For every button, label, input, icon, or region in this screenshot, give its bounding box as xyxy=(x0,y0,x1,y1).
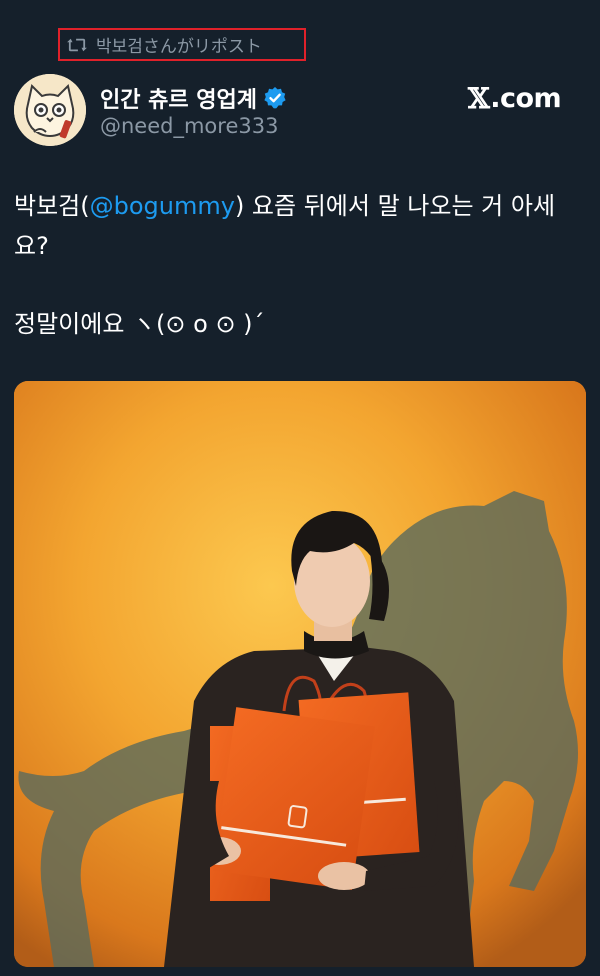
x-com-label: .com xyxy=(490,83,562,114)
verified-badge-icon xyxy=(264,87,286,109)
tweet-line-1-prefix: 박보검( xyxy=(14,192,90,220)
repost-indicator[interactable]: 박보검さんがリポスト xyxy=(58,28,306,61)
author-display-name[interactable]: 인간 츄르 영업계 xyxy=(100,82,287,114)
photo-man-with-orange-bags-icon xyxy=(14,381,586,967)
x-com-watermark: 𝕏 .com xyxy=(468,82,562,115)
repost-icon xyxy=(67,38,87,51)
cat-avatar[interactable] xyxy=(14,74,86,146)
tweet-body: 박보검(@bogummy) 요즘 뒤에서 말 나오는 거 아세요? 정말이에요 … xyxy=(14,186,586,344)
mention-link[interactable]: @bogummy xyxy=(90,192,235,220)
author-handle[interactable]: @need_more333 xyxy=(100,114,278,138)
repost-text: 박보검さんがリポスト xyxy=(96,37,262,57)
cat-avatar-icon xyxy=(14,74,86,146)
tweet-media-photo[interactable] xyxy=(14,381,586,967)
tweet-screen: 박보검さんがリポスト 인간 츄르 영업계 @need_more333 𝕏 .co… xyxy=(0,0,600,976)
x-logo-icon: 𝕏 xyxy=(468,82,490,115)
tweet-line-2: 정말이에요 ヽ(⊙ o ⊙ )ˊ xyxy=(14,310,265,338)
tweet-line-1: 박보검(@bogummy) 요즘 뒤에서 말 나오는 거 아세요? xyxy=(14,186,586,266)
author-name-text: 인간 츄르 영업계 xyxy=(100,88,257,113)
